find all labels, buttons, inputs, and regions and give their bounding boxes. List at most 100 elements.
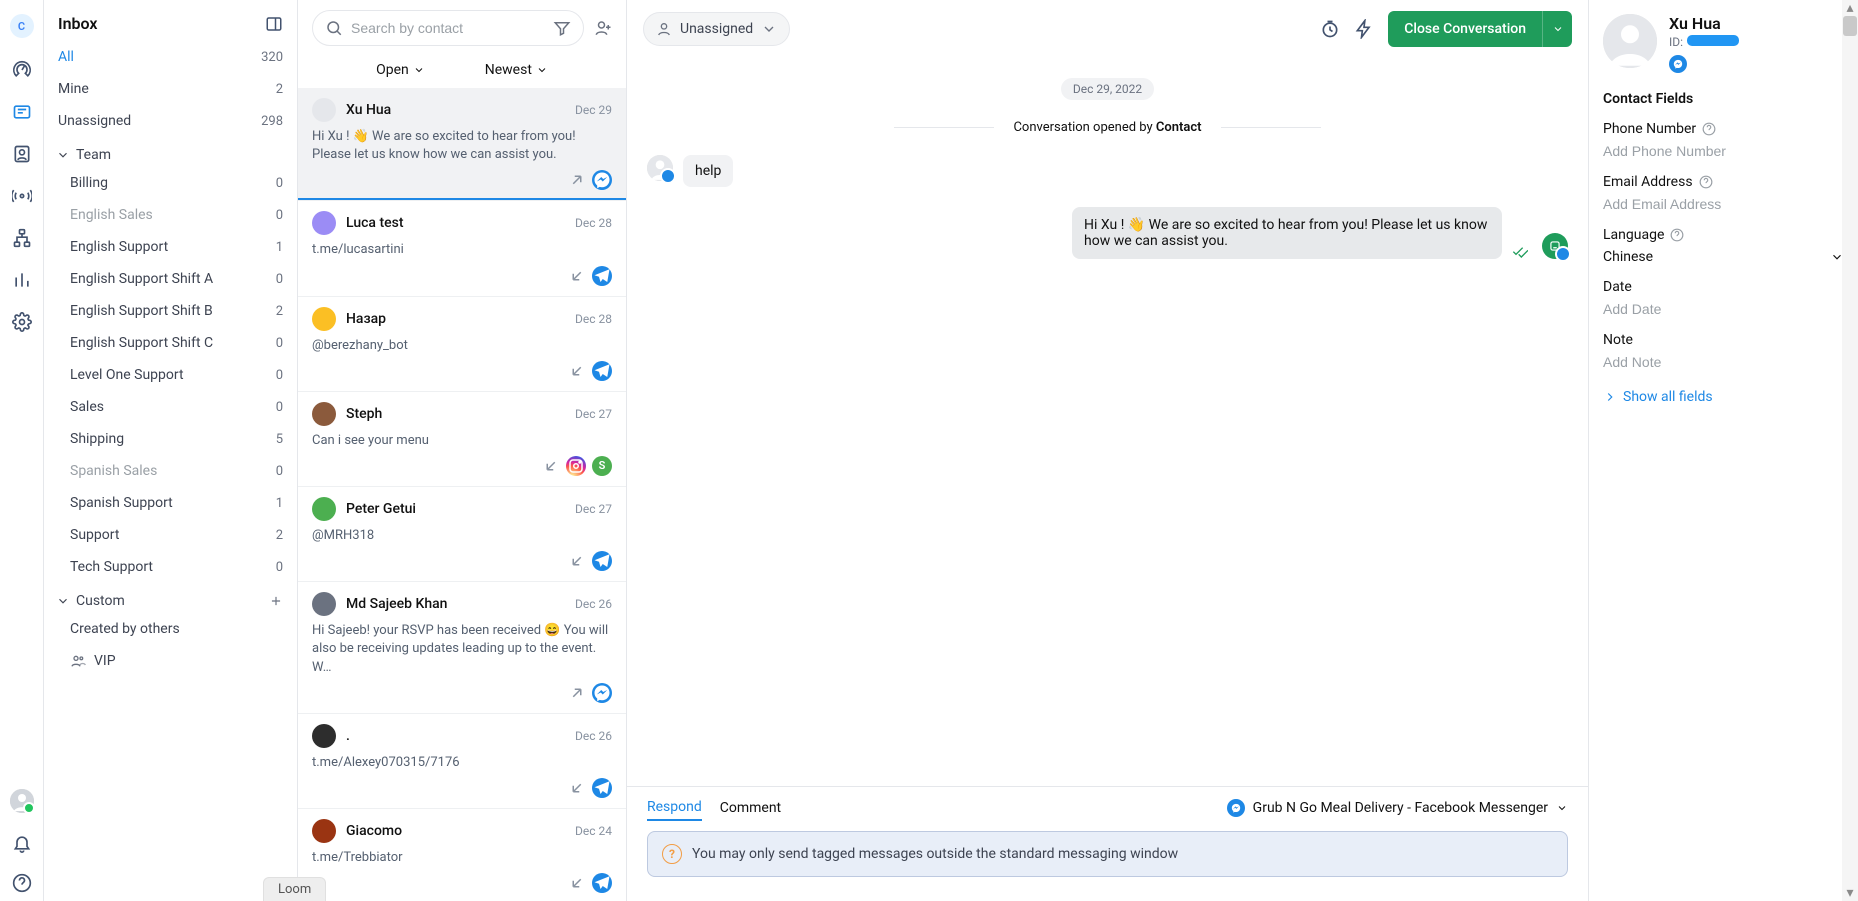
filter-count: 2 — [276, 82, 283, 97]
add-contact-icon[interactable] — [594, 19, 612, 37]
chevron-down-icon — [1556, 802, 1568, 814]
team-header[interactable]: Team — [56, 137, 285, 167]
conversation-item[interactable]: .Dec 26t.me/Alexey070315/7176 — [298, 714, 626, 809]
channel-selector[interactable]: Grub N Go Meal Delivery - Facebook Messe… — [1227, 799, 1568, 817]
conversation-item[interactable]: НазарDec 28@berezhany_bot — [298, 297, 626, 392]
email-input[interactable] — [1603, 196, 1844, 212]
search-input-wrap[interactable] — [312, 10, 584, 46]
note-input[interactable] — [1603, 354, 1844, 370]
team-item[interactable]: Tech Support0 — [56, 551, 285, 583]
conversation-snippet: Hi Sajeeb! your RSVP has been received 😄… — [312, 622, 612, 677]
help-icon[interactable] — [1699, 175, 1713, 189]
conversation-name: . — [346, 728, 350, 744]
team-count: 1 — [276, 496, 283, 511]
outgoing-arrow-icon — [568, 684, 586, 702]
team-item[interactable]: English Support Shift C0 — [56, 327, 285, 359]
conversation-name: Назар — [346, 311, 386, 327]
search-input[interactable] — [351, 20, 545, 36]
plus-icon[interactable] — [269, 594, 283, 608]
team-item[interactable]: English Support1 — [56, 231, 285, 263]
telegram-icon — [592, 361, 612, 381]
filter-icon[interactable] — [553, 19, 571, 37]
contact-id-label: ID: — [1669, 35, 1683, 49]
custom-header[interactable]: Custom — [56, 583, 285, 613]
team-count: 5 — [276, 432, 283, 447]
conversation-item[interactable]: Xu HuaDec 29Hi Xu ! 👋 We are so excited … — [298, 88, 626, 201]
conversation-date: Dec 27 — [575, 407, 612, 421]
conversation-item[interactable]: Luca testDec 28t.me/lucasartini — [298, 201, 626, 296]
inbox-icon[interactable] — [12, 102, 32, 122]
composer-notice: ? You may only send tagged messages outs… — [647, 831, 1568, 877]
tab-comment[interactable]: Comment — [720, 796, 781, 820]
team-item[interactable]: Billing0 — [56, 167, 285, 199]
scrollbar-thumb[interactable] — [1843, 16, 1857, 36]
team-item[interactable]: Support2 — [56, 519, 285, 551]
team-item[interactable]: Spanish Support 1 — [56, 487, 285, 519]
reports-icon[interactable] — [12, 270, 32, 290]
window-scrollbar[interactable]: ▴ ▾ — [1842, 0, 1858, 901]
settings-icon[interactable] — [12, 312, 32, 332]
contacts-icon[interactable] — [12, 144, 32, 164]
sidebar-collapse-icon[interactable] — [265, 15, 283, 33]
team-label: Spanish Support — [70, 495, 173, 511]
notifications-icon[interactable] — [12, 833, 32, 853]
contact-avatar[interactable] — [1603, 14, 1657, 68]
filter-mine[interactable]: Mine 2 — [56, 73, 285, 105]
dashboard-icon[interactable] — [12, 60, 32, 80]
help-icon[interactable] — [1702, 122, 1716, 136]
team-item[interactable]: English Support Shift A0 — [56, 263, 285, 295]
conversation-item[interactable]: StephDec 27Can i see your menuS — [298, 392, 626, 487]
language-select[interactable]: Chinese — [1603, 249, 1844, 265]
conversation-date: Dec 28 — [575, 312, 612, 326]
conversation-item[interactable]: GiacomoDec 24t.me/Trebbiator — [298, 809, 626, 901]
team-count: 0 — [276, 464, 283, 479]
chevron-down-icon — [536, 64, 548, 76]
workflows-icon[interactable] — [12, 228, 32, 248]
custom-created-by-others[interactable]: Created by others — [56, 613, 285, 645]
show-all-fields[interactable]: Show all fields — [1603, 389, 1844, 405]
conversation-name: Luca test — [346, 215, 403, 231]
filter-all[interactable]: All 320 — [56, 41, 285, 73]
help-icon[interactable] — [12, 873, 32, 893]
team-item[interactable]: Level One Support0 — [56, 359, 285, 391]
automation-icon[interactable] — [1354, 19, 1374, 39]
team-label: Support — [70, 527, 119, 543]
team-label: Spanish Sales — [70, 463, 157, 479]
conversation-date: Dec 26 — [575, 597, 612, 611]
tab-respond[interactable]: Respond — [647, 795, 702, 821]
custom-vip[interactable]: VIP — [56, 645, 285, 677]
conversation-item[interactable]: Md Sajeeb KhanDec 26Hi Sajeeb! your RSVP… — [298, 582, 626, 714]
status-filter[interactable]: Open — [376, 62, 425, 78]
conversation-snippet: @MRH318 — [312, 527, 612, 545]
assignee-selector[interactable]: Unassigned — [643, 12, 790, 46]
messenger-badge — [1669, 55, 1687, 73]
conversation-name: Giacomo — [346, 823, 402, 839]
phone-input[interactable] — [1603, 143, 1844, 159]
workspace-avatar[interactable]: C — [10, 14, 34, 38]
filter-unassigned[interactable]: Unassigned 298 — [56, 105, 285, 137]
close-conversation-menu[interactable] — [1542, 11, 1572, 47]
team-item[interactable]: Spanish Sales 0 — [56, 455, 285, 487]
help-icon[interactable] — [1670, 228, 1684, 242]
sort-filter[interactable]: Newest — [485, 62, 548, 78]
team-item[interactable]: Shipping5 — [56, 423, 285, 455]
conversation-name: Peter Getui — [346, 501, 416, 517]
date-input[interactable] — [1603, 301, 1844, 317]
team-item[interactable]: English Sales0 — [56, 199, 285, 231]
close-conversation-button[interactable]: Close Conversation — [1388, 11, 1572, 47]
assignee-badge: S — [592, 456, 612, 476]
conversation-item[interactable]: Peter GetuiDec 27@MRH318 — [298, 487, 626, 582]
messenger-icon — [592, 170, 612, 190]
conversation-snippet: t.me/Alexey070315/7176 — [312, 754, 612, 772]
team-item[interactable]: English Support Shift B2 — [56, 295, 285, 327]
contact-avatar-icon — [647, 155, 673, 181]
broadcast-icon[interactable] — [12, 186, 32, 206]
snooze-icon[interactable] — [1320, 19, 1340, 39]
user-presence-avatar[interactable] — [10, 789, 34, 813]
outgoing-message: Hi Xu ! 👋 We are so excited to hear from… — [1072, 207, 1568, 259]
scroll-down-icon[interactable]: ▾ — [1842, 885, 1858, 901]
outgoing-arrow-icon — [568, 171, 586, 189]
scroll-up-icon[interactable]: ▴ — [1842, 0, 1858, 16]
team-item[interactable]: Sales0 — [56, 391, 285, 423]
conversation-snippet: t.me/lucasartini — [312, 241, 612, 259]
